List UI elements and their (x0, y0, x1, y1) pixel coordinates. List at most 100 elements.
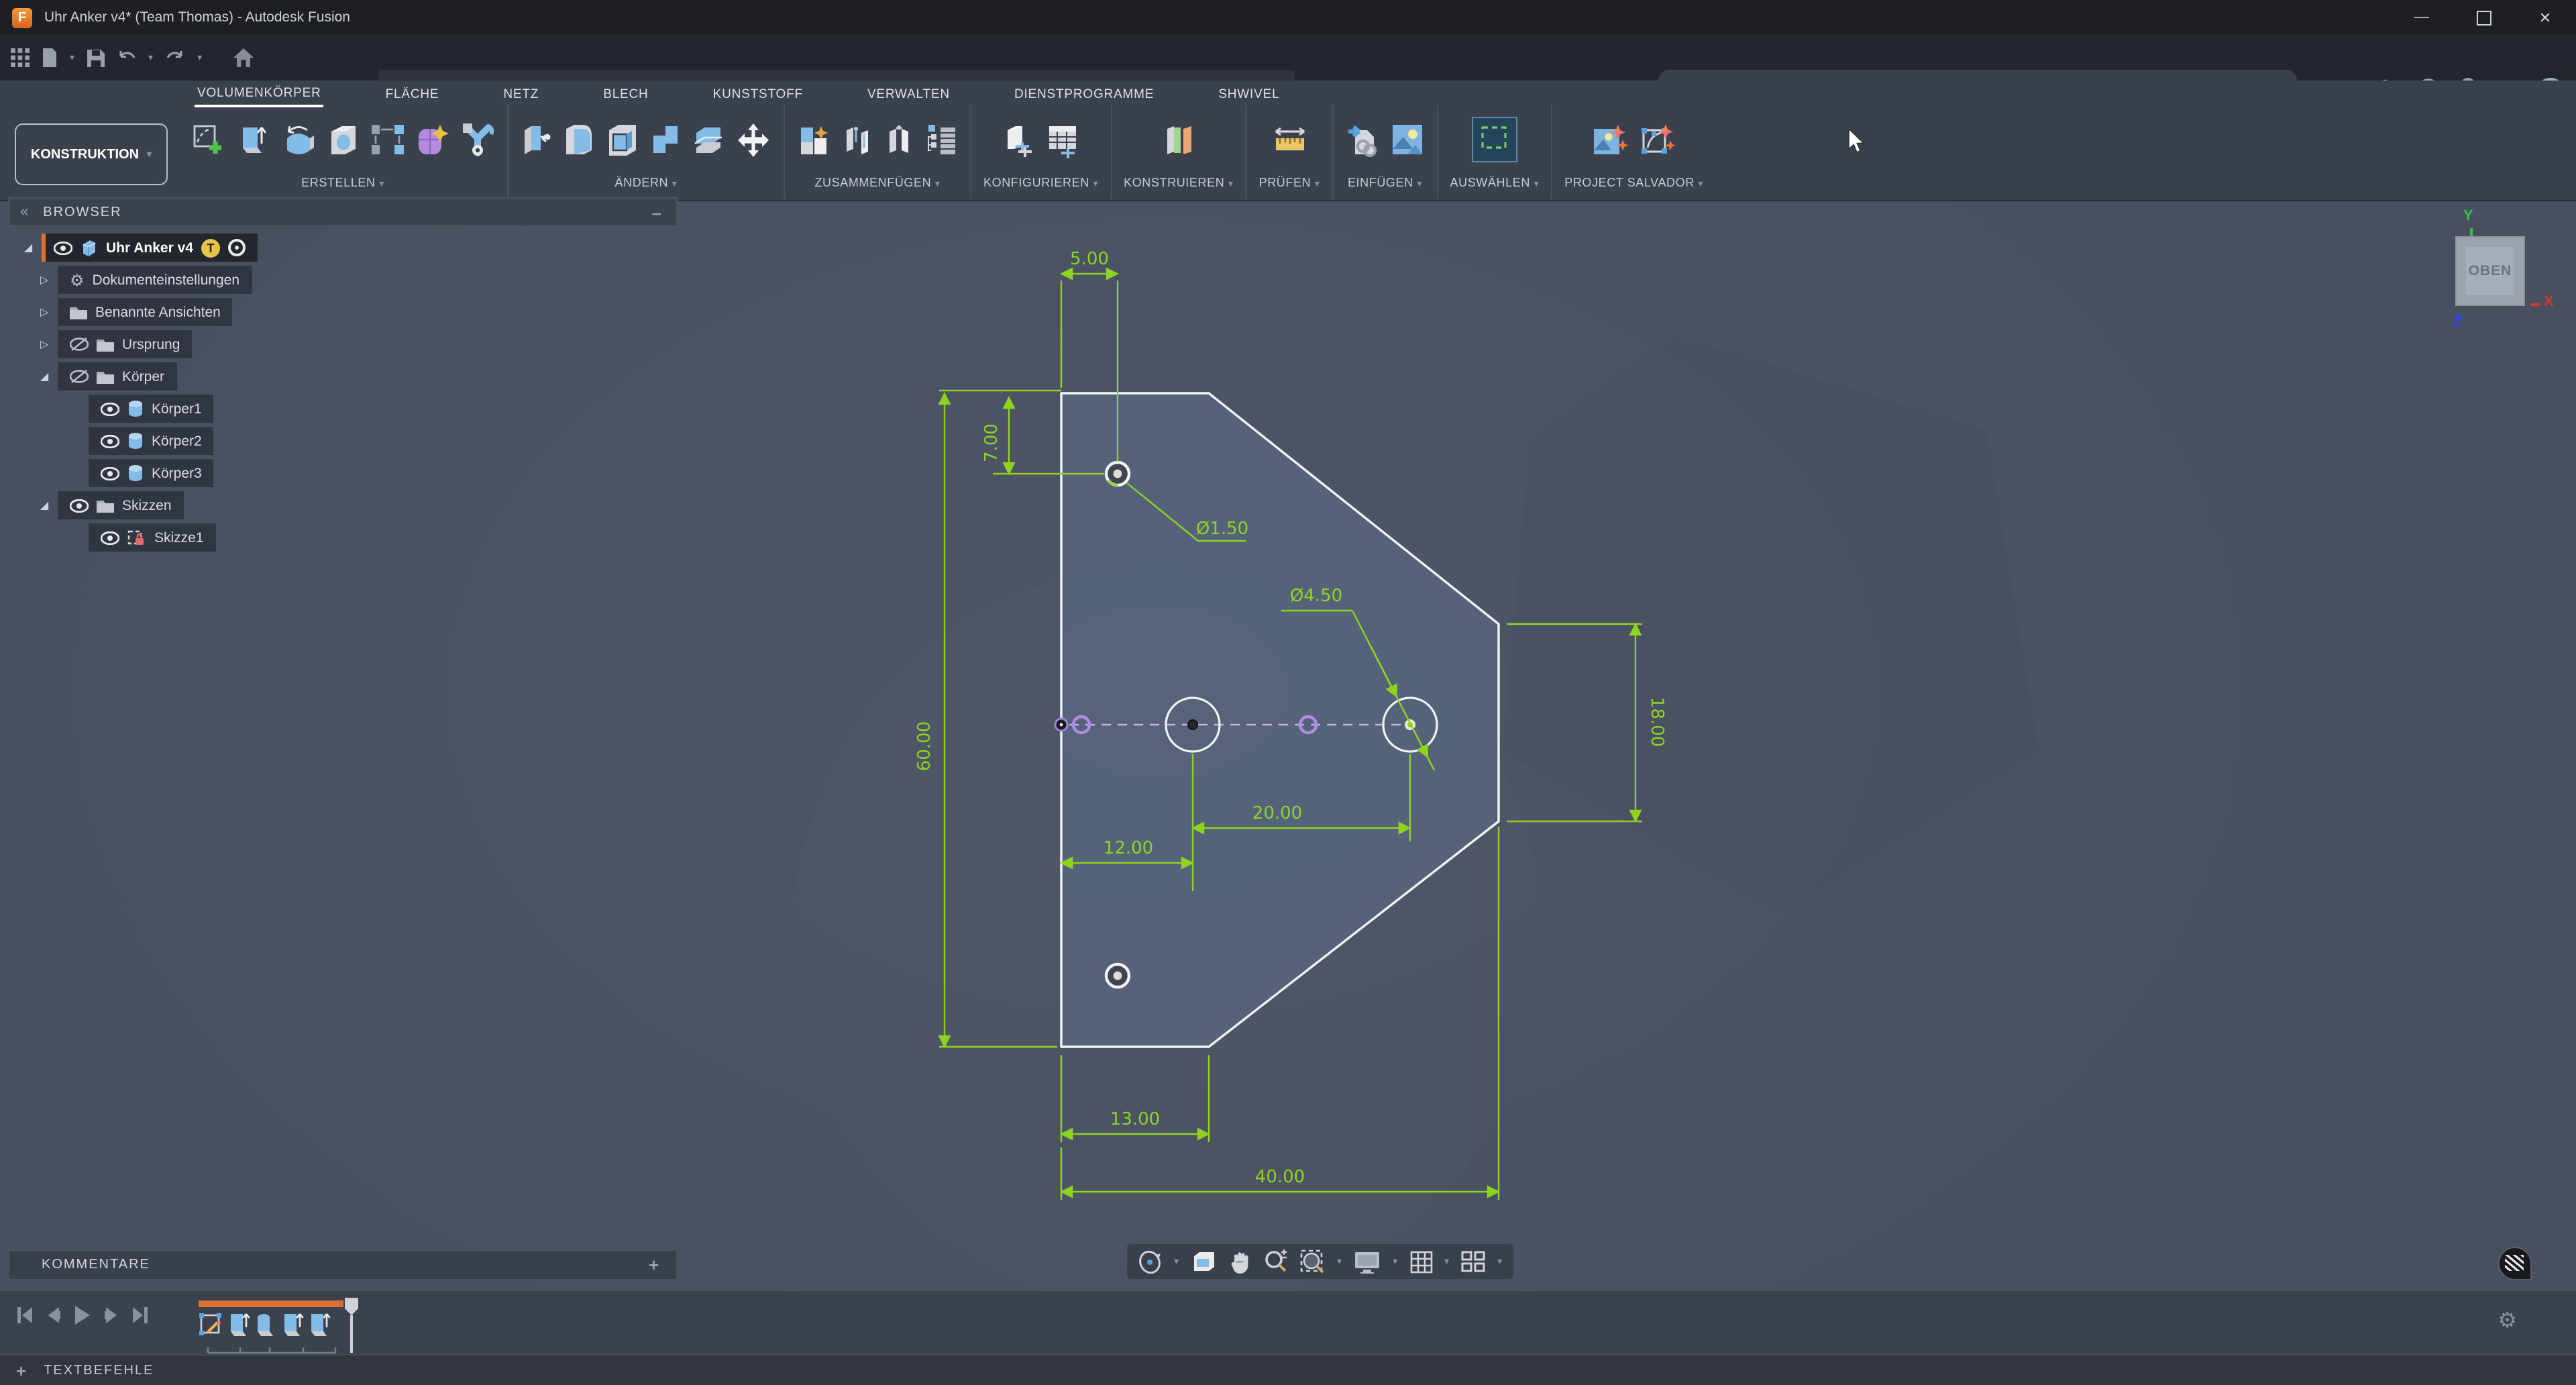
expand-triangle-icon[interactable]: ◢ (38, 370, 51, 382)
viewports-icon[interactable] (1461, 1251, 1485, 1272)
minimize-panel-icon[interactable]: – (652, 202, 663, 222)
measure-icon[interactable] (1271, 122, 1307, 157)
timeline-go-to-end-icon[interactable] (131, 1306, 149, 1331)
revolve-icon[interactable] (280, 121, 317, 158)
tree-row-dokumenteinstellungen[interactable]: ▷ ⚙ Dokumenteinstellungen (38, 266, 252, 294)
ribbon-tab-blech[interactable]: BLECH (600, 85, 651, 106)
tree-item-label[interactable]: Skizzen (122, 497, 172, 513)
eye-visible-icon[interactable] (101, 402, 119, 415)
collapsed-triangle-icon[interactable]: ▷ (38, 274, 51, 286)
tree-item-label[interactable]: Dokumenteinstellungen (93, 272, 240, 288)
configure-component-icon[interactable] (1002, 121, 1036, 158)
joint-icon[interactable] (843, 121, 876, 158)
ribbon-tab-flaeche[interactable]: FLÄCHE (383, 85, 442, 106)
group-label-erstellen[interactable]: ERSTELLEN ▾ (301, 176, 384, 189)
group-label-auswaehlen[interactable]: AUSWÄHLEN ▾ (1450, 176, 1540, 189)
tree-row-koerper1[interactable]: Körper1 (89, 395, 214, 423)
file-menu-icon[interactable] (42, 48, 58, 67)
extrude-icon[interactable] (236, 121, 271, 158)
tree-item-label[interactable]: Benannte Ansichten (95, 304, 221, 320)
ribbon-tab-dienstprogramme[interactable]: DIENSTPROGRAMME (1012, 85, 1157, 106)
zoom-window-caret[interactable]: ▾ (1337, 1256, 1342, 1267)
fillet-icon[interactable] (562, 121, 596, 158)
zoom-window-icon[interactable] (1299, 1249, 1325, 1274)
as-built-joint-icon[interactable] (885, 121, 915, 158)
collapse-panel-icon[interactable]: « (20, 204, 30, 220)
expand-triangle-icon[interactable]: ◢ (38, 499, 51, 511)
tree-row-root[interactable]: ◢ Uhr Anker v4 T (21, 234, 258, 262)
hole-icon[interactable] (326, 121, 361, 158)
eye-visible-icon[interactable] (101, 434, 119, 448)
tree-item-label[interactable]: Körper2 (152, 433, 202, 449)
timeline-play-icon[interactable] (74, 1304, 91, 1333)
eye-visible-icon[interactable] (101, 466, 119, 480)
expand-textcommands-icon[interactable]: + (16, 1360, 28, 1380)
tree-row-koerper3[interactable]: Körper3 (89, 459, 214, 487)
look-at-icon[interactable] (1191, 1251, 1216, 1272)
tree-row-ursprung[interactable]: ▷ Ursprung (38, 330, 192, 358)
add-comment-icon[interactable]: + (649, 1255, 660, 1275)
tree-item-label[interactable]: Uhr Anker v4 (106, 240, 193, 256)
eye-visible-icon[interactable] (54, 241, 72, 254)
zoom-icon[interactable] (1263, 1249, 1287, 1274)
grid-icon[interactable] (1409, 1250, 1432, 1273)
eye-hidden-icon[interactable] (70, 369, 89, 384)
pan-hand-icon[interactable] (1228, 1250, 1251, 1273)
app-grid-icon[interactable] (11, 48, 30, 67)
browser-panel-header[interactable]: « BROWSER – (8, 197, 678, 227)
press-pull-icon[interactable] (521, 121, 553, 158)
construction-plane-icon[interactable] (1161, 121, 1197, 158)
create-sketch-icon[interactable] (191, 121, 227, 158)
grid-caret[interactable]: ▾ (1444, 1256, 1449, 1267)
file-menu-caret[interactable]: ▾ (70, 52, 74, 63)
tree-row-koerper2[interactable]: Körper2 (89, 427, 214, 455)
orbit-caret[interactable]: ▾ (1174, 1256, 1179, 1267)
new-component-icon[interactable] (797, 121, 833, 158)
combine-icon[interactable] (649, 121, 682, 158)
display-settings-caret[interactable]: ▾ (1393, 1256, 1397, 1267)
group-label-project-salvador[interactable]: PROJECT SALVADOR ▾ (1564, 176, 1703, 189)
timeline-go-to-start-icon[interactable] (16, 1306, 34, 1331)
undo-caret[interactable]: ▾ (148, 52, 153, 63)
pipe-icon[interactable] (460, 121, 495, 158)
maximize-button[interactable] (2453, 0, 2514, 35)
shell-icon[interactable] (605, 121, 640, 158)
bom-icon[interactable] (924, 121, 958, 158)
timeline-step-forward-icon[interactable] (103, 1306, 119, 1331)
minimize-button[interactable]: — (2391, 0, 2453, 35)
insert-derive-icon[interactable] (1346, 121, 1381, 158)
group-label-zusammenfuegen[interactable]: ZUSAMMENFÜGEN ▾ (814, 176, 940, 189)
group-label-pruefen[interactable]: PRÜFEN ▾ (1259, 176, 1320, 189)
group-label-konfigurieren[interactable]: KONFIGURIEREN ▾ (983, 176, 1098, 189)
close-window-button[interactable]: ✕ (2514, 0, 2576, 35)
redo-caret[interactable]: ▾ (197, 52, 202, 63)
configuration-table-icon[interactable] (1045, 121, 1080, 158)
ai-image-icon[interactable] (1592, 121, 1629, 158)
group-label-einfuegen[interactable]: EINFÜGEN ▾ (1348, 176, 1422, 189)
pattern-icon[interactable] (370, 122, 405, 157)
offset-face-icon[interactable] (691, 121, 726, 158)
tree-row-koerper[interactable]: ◢ Körper (38, 362, 176, 391)
eye-hidden-icon[interactable] (70, 337, 89, 352)
save-icon[interactable] (87, 49, 104, 66)
expand-triangle-icon[interactable]: ◢ (21, 242, 35, 254)
tree-item-label[interactable]: Körper1 (152, 401, 202, 417)
ai-sketch-icon[interactable] (1639, 121, 1676, 158)
tree-item-label[interactable]: Körper (122, 368, 164, 384)
timeline-settings-gear-icon[interactable]: ⚙ (2498, 1307, 2517, 1333)
collapsed-triangle-icon[interactable]: ▷ (38, 306, 51, 318)
redo-icon[interactable] (165, 49, 185, 66)
ribbon-tab-verwalten[interactable]: VERWALTEN (865, 85, 953, 106)
timeline-step-back-icon[interactable] (46, 1306, 62, 1331)
display-settings-icon[interactable] (1354, 1250, 1381, 1273)
ribbon-tab-netz[interactable]: NETZ (500, 85, 541, 106)
model-canvas[interactable] (0, 201, 2576, 1291)
tree-item-label[interactable]: Skizze1 (154, 529, 204, 546)
tree-row-benannte-ansichten[interactable]: ▷ Benannte Ansichten (38, 298, 233, 326)
insert-image-icon[interactable] (1390, 122, 1425, 157)
tree-item-label[interactable]: Ursprung (122, 336, 180, 352)
orbit-icon[interactable] (1138, 1250, 1162, 1273)
konstruktion-mode-button[interactable]: KONSTRUKTION▾ (15, 123, 168, 185)
ribbon-tab-shwivel[interactable]: SHWIVEL (1216, 85, 1282, 106)
group-label-aendern[interactable]: ÄNDERN ▾ (615, 176, 678, 189)
